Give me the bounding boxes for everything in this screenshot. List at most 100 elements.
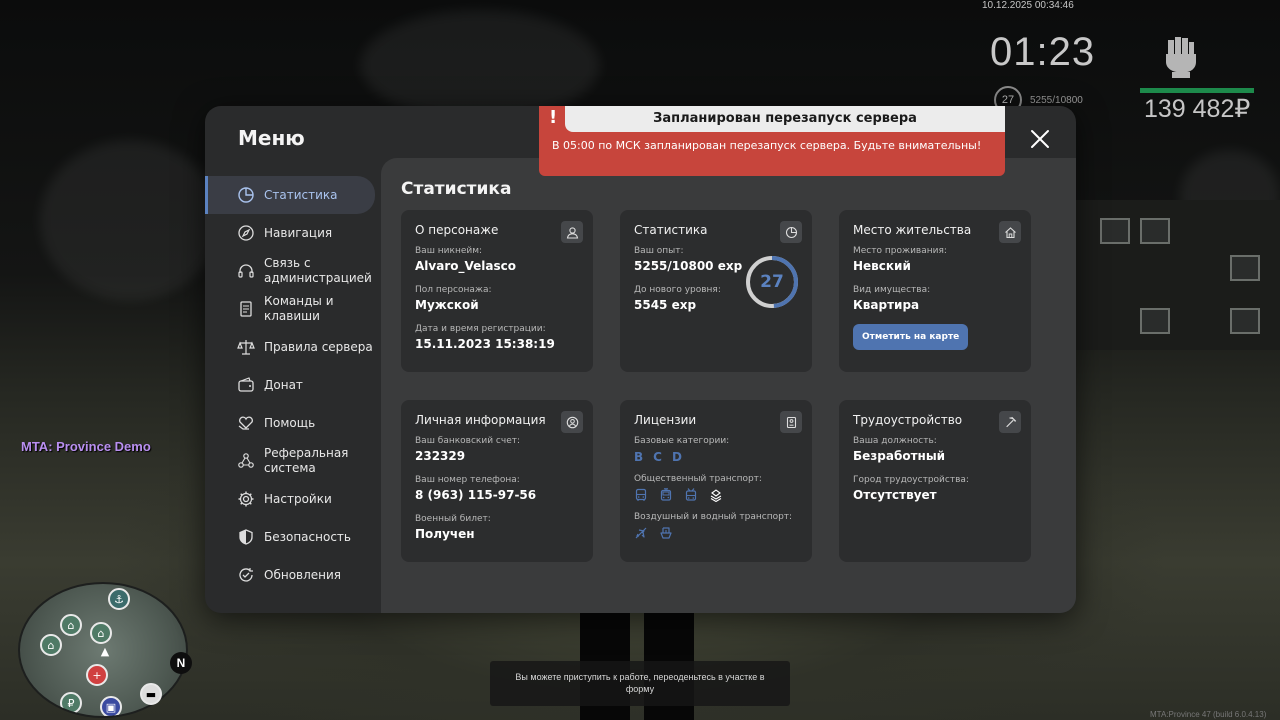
hud-money: 139 482₽ bbox=[1144, 95, 1251, 123]
sidebar: Статистика Навигация Связь с администрац… bbox=[205, 176, 381, 594]
compass-north-icon: N bbox=[170, 652, 192, 674]
refresh-check-icon bbox=[239, 568, 253, 582]
sidebar-item-label: Связь с администрацией bbox=[264, 256, 372, 285]
card-title: Личная информация bbox=[415, 413, 546, 427]
level-number: 27 bbox=[760, 272, 784, 292]
position-value: Безработный bbox=[853, 449, 946, 463]
boat-icon bbox=[660, 527, 672, 539]
pie-chart-icon bbox=[780, 221, 802, 243]
notification-title: Запланирован перезапуск сервера bbox=[565, 106, 1005, 132]
sidebar-item-settings[interactable]: Настройки bbox=[205, 480, 381, 518]
health-bar bbox=[1140, 88, 1254, 93]
wallet-icon bbox=[238, 377, 254, 392]
sidebar-item-navigation[interactable]: Навигация bbox=[205, 214, 381, 252]
sidebar-item-donate[interactable]: Донат bbox=[205, 366, 381, 404]
phone-value: 8 (963) 115-97-56 bbox=[415, 488, 537, 502]
phone-label: Ваш номер телефона: bbox=[415, 475, 520, 485]
scales-icon bbox=[237, 340, 255, 355]
sidebar-item-label: Обновления bbox=[264, 567, 342, 582]
tram-icon bbox=[660, 488, 672, 501]
user-circle-icon bbox=[561, 411, 583, 433]
work-city-value: Отсутствует bbox=[853, 488, 937, 502]
section-title: Статистика bbox=[401, 179, 512, 199]
shield-icon bbox=[239, 529, 253, 545]
air-water-transport-icons bbox=[634, 526, 798, 540]
property-value: Квартира bbox=[853, 298, 920, 312]
nickname-value: Alvaro_Velasco bbox=[415, 259, 516, 273]
ruble-icon: ₽ bbox=[60, 692, 82, 714]
mark-on-map-button[interactable]: Отметить на карте bbox=[853, 324, 969, 350]
pie-chart-icon bbox=[238, 187, 254, 203]
sidebar-item-referral[interactable]: Реферальная система bbox=[205, 442, 381, 480]
license-categories: B C D bbox=[634, 450, 798, 464]
taxi-icon: ▬ bbox=[140, 683, 162, 705]
card-title: Место жительства bbox=[853, 223, 972, 237]
sidebar-item-label: Статистика bbox=[264, 187, 338, 202]
build-version: MTA:Province 47 (build 6.0.4.13) bbox=[1150, 710, 1267, 719]
sidebar-item-label: Настройки bbox=[264, 491, 332, 506]
card-title: Трудоустройство bbox=[853, 413, 963, 427]
minimap: ⚓ ⌂ ⌂ ⌂ + ₽ ▣ ▲ bbox=[18, 582, 188, 718]
property-label: Вид имущества: bbox=[853, 285, 931, 295]
background-tree bbox=[360, 10, 600, 120]
military-id-value: Получен bbox=[415, 527, 475, 541]
compass-icon bbox=[238, 225, 254, 241]
sidebar-item-help[interactable]: Помощь bbox=[205, 404, 381, 442]
position-label: Ваша должность: bbox=[853, 436, 937, 446]
hud-datetime: 10.12.2025 00:34:46 bbox=[982, 0, 1074, 11]
stats-panel: Статистика О персонаже Ваш никнейм: Alva… bbox=[381, 158, 1076, 613]
sidebar-item-statistics[interactable]: Статистика bbox=[205, 176, 375, 214]
trolleybus-icon bbox=[685, 488, 697, 501]
house-icon bbox=[999, 221, 1021, 243]
license-category-b: B bbox=[634, 450, 644, 464]
hud-clock: 01:23 bbox=[990, 30, 1096, 74]
sidebar-item-label: Реферальная система bbox=[264, 446, 349, 475]
sidebar-item-admin-contact[interactable]: Связь с администрацией bbox=[205, 252, 381, 290]
sidebar-item-label: Помощь bbox=[264, 415, 316, 430]
license-category-c: C bbox=[653, 450, 662, 464]
bus-icon: ⌂ bbox=[60, 614, 82, 636]
licenses-card: Лицензии Базовые категории: B C D Общест… bbox=[620, 400, 812, 562]
network-icon bbox=[238, 453, 254, 468]
notification-body: В 05:00 по МСК запланирован перезапуск с… bbox=[552, 139, 982, 152]
personal-info-card: Личная информация Ваш банковский счет: 2… bbox=[401, 400, 593, 562]
hint-message: Вы можете приступить к работе, переодень… bbox=[490, 661, 790, 706]
sidebar-item-label: Команды и клавиши bbox=[264, 294, 334, 323]
id-card-icon bbox=[780, 411, 802, 433]
work-city-label: Город трудоустройства: bbox=[853, 475, 969, 485]
sidebar-item-security[interactable]: Безопасность bbox=[205, 518, 381, 556]
menu-window: Меню Статистика Навигация Связь с админи… bbox=[205, 106, 1076, 613]
residence-label: Место проживания: bbox=[853, 246, 947, 256]
menu-title: Меню bbox=[238, 126, 305, 150]
level-progress-ring: 27 bbox=[744, 254, 800, 310]
gender-value: Мужской bbox=[415, 298, 479, 312]
fist-icon bbox=[1166, 37, 1196, 78]
residence-value: Невский bbox=[853, 259, 911, 273]
gender-label: Пол персонажа: bbox=[415, 285, 492, 295]
server-label: MTA: Province Demo bbox=[21, 439, 151, 454]
card-title: Лицензии bbox=[634, 413, 697, 427]
sidebar-item-updates[interactable]: Обновления bbox=[205, 556, 381, 594]
server-restart-notification: ! Запланирован перезапуск сервера В 05:0… bbox=[539, 106, 1005, 176]
gear-icon bbox=[238, 491, 254, 507]
background-building bbox=[1070, 200, 1280, 350]
bank-account-value: 232329 bbox=[415, 449, 466, 463]
registration-value: 15.11.2023 15:38:19 bbox=[415, 337, 555, 351]
bus-icon bbox=[635, 488, 647, 501]
close-icon[interactable] bbox=[1029, 128, 1051, 150]
air-water-transport-label: Воздушный и водный транспорт: bbox=[634, 512, 793, 522]
public-transport-label: Общественный транспорт: bbox=[634, 474, 762, 484]
residence-card: Место жительства Место проживания: Невск… bbox=[839, 210, 1031, 372]
document-icon bbox=[240, 301, 252, 317]
sidebar-item-rules[interactable]: Правила сервера bbox=[205, 328, 381, 366]
nickname-label: Ваш никнейм: bbox=[415, 246, 483, 256]
base-categories-label: Базовые категории: bbox=[634, 436, 730, 446]
taxi-icon bbox=[710, 489, 722, 502]
garage-icon: ▣ bbox=[100, 696, 122, 716]
user-icon bbox=[561, 221, 583, 243]
card-title: О персонаже bbox=[415, 223, 499, 237]
heart-hand-icon bbox=[238, 416, 253, 430]
sidebar-item-commands[interactable]: Команды и клавиши bbox=[205, 290, 381, 328]
headset-icon bbox=[238, 264, 254, 278]
employment-card: Трудоустройство Ваша должность: Безработ… bbox=[839, 400, 1031, 562]
